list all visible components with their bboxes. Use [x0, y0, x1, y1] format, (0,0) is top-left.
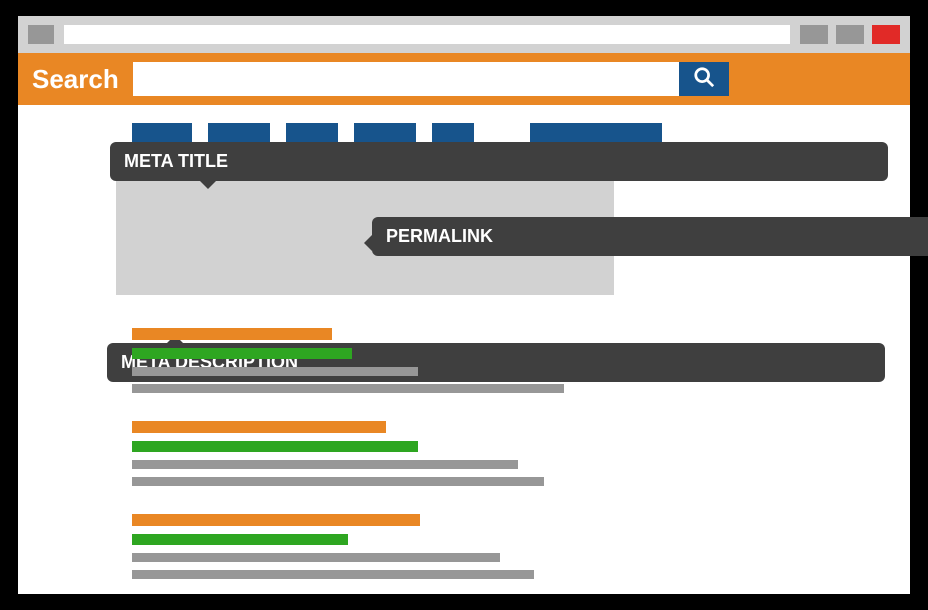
- search-field: [133, 62, 729, 96]
- close-button[interactable]: [872, 25, 900, 44]
- callout-permalink: PERMALINK: [372, 217, 928, 256]
- result-title[interactable]: [132, 421, 386, 433]
- result-description-line: [132, 477, 544, 486]
- tab-item[interactable]: [530, 123, 662, 143]
- tab-item[interactable]: [132, 123, 192, 143]
- result-permalink[interactable]: [132, 348, 352, 359]
- results-area: META TITLE PERMALINK META DESCRIPTION: [18, 105, 910, 579]
- window-controls: [800, 25, 900, 44]
- tab-item[interactable]: [286, 123, 338, 143]
- search-button[interactable]: [679, 62, 729, 96]
- search-label: Search: [32, 64, 119, 95]
- result-description-line: [132, 553, 500, 562]
- result-description-line: [132, 384, 564, 393]
- browser-window: Search META TITLE PERMALINK META D: [17, 15, 911, 595]
- tab-item[interactable]: [432, 123, 474, 143]
- result-description-line: [132, 570, 534, 579]
- tab-item[interactable]: [354, 123, 416, 143]
- search-input[interactable]: [133, 62, 679, 96]
- address-bar[interactable]: [64, 25, 790, 44]
- window-titlebar: [18, 16, 910, 53]
- result-item: [132, 514, 910, 579]
- minimize-button[interactable]: [800, 25, 828, 44]
- result-title[interactable]: [132, 328, 332, 340]
- tab-item[interactable]: [208, 123, 270, 143]
- result-tabs: [132, 123, 910, 143]
- callout-meta-title: META TITLE: [110, 142, 888, 181]
- search-icon: [693, 66, 715, 93]
- result-description-line: [132, 367, 418, 376]
- result-permalink[interactable]: [132, 534, 348, 545]
- result-item: [132, 421, 910, 486]
- maximize-button[interactable]: [836, 25, 864, 44]
- result-permalink[interactable]: [132, 441, 418, 452]
- window-menu-button[interactable]: [28, 25, 54, 44]
- result-description-line: [132, 460, 518, 469]
- result-title[interactable]: [132, 514, 420, 526]
- search-bar: Search: [18, 53, 910, 105]
- results-list: META TITLE PERMALINK META DESCRIPTION: [132, 187, 910, 579]
